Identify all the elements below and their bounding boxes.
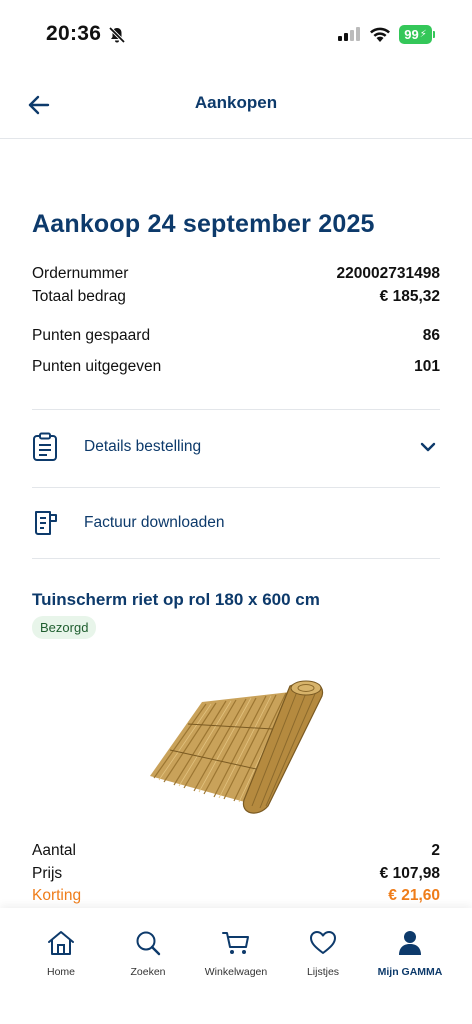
app-header: Aankopen bbox=[0, 70, 472, 139]
home-icon bbox=[46, 928, 76, 958]
battery-level: 99 bbox=[404, 27, 419, 42]
status-bar: 20:36 99 ⚡ bbox=[0, 0, 472, 70]
heart-icon bbox=[309, 928, 337, 958]
nav-lists[interactable]: Lijstjes bbox=[279, 928, 367, 978]
quantity-row: Aantal 2 bbox=[32, 842, 440, 860]
total-amount-row: Totaal bedrag € 185,32 bbox=[32, 288, 440, 306]
product-title[interactable]: Tuinscherm riet op rol 180 x 600 cm bbox=[32, 590, 320, 610]
row-label: Punten gespaard bbox=[32, 327, 151, 344]
product-image[interactable] bbox=[140, 668, 332, 818]
header-title: Aankopen bbox=[194, 93, 278, 112]
order-details-label: Details bestelling bbox=[84, 438, 202, 455]
nav-home[interactable]: Home bbox=[17, 928, 105, 978]
divider bbox=[32, 558, 440, 559]
status-time: 20:36 bbox=[46, 22, 102, 45]
battery-indicator: 99 ⚡ bbox=[399, 25, 432, 44]
row-label: Aantal bbox=[32, 842, 76, 859]
row-value: € 185,32 bbox=[379, 288, 440, 305]
bottom-nav: Home Zoeken Winkelwagen Lijstjes Mijn GA… bbox=[0, 908, 472, 1024]
invoice-icon bbox=[32, 509, 68, 537]
nav-label: Mijn GAMMA bbox=[377, 966, 443, 978]
row-label: Korting bbox=[32, 887, 82, 904]
price-row: Prijs € 107,98 bbox=[32, 865, 440, 883]
status-badge: Bezorgd bbox=[32, 616, 97, 639]
row-value: 86 bbox=[422, 327, 440, 344]
divider bbox=[32, 409, 440, 410]
row-label: Punten uitgegeven bbox=[32, 358, 162, 375]
battery-cap bbox=[433, 31, 435, 38]
wifi-icon bbox=[369, 26, 391, 48]
row-label: Ordernummer bbox=[32, 265, 129, 282]
page-title: Aankoop 24 september 2025 bbox=[32, 210, 375, 238]
discount-row: Korting € 21,60 bbox=[32, 887, 440, 905]
row-value: 101 bbox=[414, 358, 440, 375]
row-label: Totaal bedrag bbox=[32, 288, 126, 305]
search-icon bbox=[134, 928, 162, 958]
row-value: 220002731498 bbox=[336, 265, 440, 282]
points-spent-row: Punten uitgegeven 101 bbox=[32, 358, 440, 376]
points-saved-row: Punten gespaard 86 bbox=[32, 327, 440, 345]
signal-icon bbox=[338, 27, 360, 41]
row-label: Prijs bbox=[32, 865, 63, 882]
row-value: € 21,60 bbox=[388, 887, 440, 904]
clipboard-icon bbox=[32, 432, 68, 462]
download-invoice-button[interactable]: Factuur downloaden bbox=[32, 500, 440, 546]
nav-label: Home bbox=[46, 966, 75, 978]
bell-muted-icon bbox=[108, 26, 126, 49]
row-value: € 107,98 bbox=[379, 865, 440, 882]
order-details-toggle[interactable]: Details bestelling bbox=[32, 424, 440, 470]
row-value: 2 bbox=[431, 842, 440, 859]
nav-label: Winkelwagen bbox=[204, 966, 268, 978]
nav-label: Lijstjes bbox=[306, 966, 340, 978]
nav-search[interactable]: Zoeken bbox=[104, 928, 192, 978]
user-icon bbox=[397, 928, 423, 958]
nav-my-gamma[interactable]: Mijn GAMMA bbox=[366, 928, 454, 978]
order-number-row: Ordernummer 220002731498 bbox=[32, 265, 440, 283]
chevron-down-icon bbox=[416, 442, 440, 452]
nav-label: Zoeken bbox=[130, 966, 166, 978]
divider bbox=[32, 487, 440, 488]
cart-icon bbox=[221, 928, 251, 958]
nav-cart[interactable]: Winkelwagen bbox=[192, 928, 280, 978]
download-invoice-label: Factuur downloaden bbox=[84, 514, 225, 531]
